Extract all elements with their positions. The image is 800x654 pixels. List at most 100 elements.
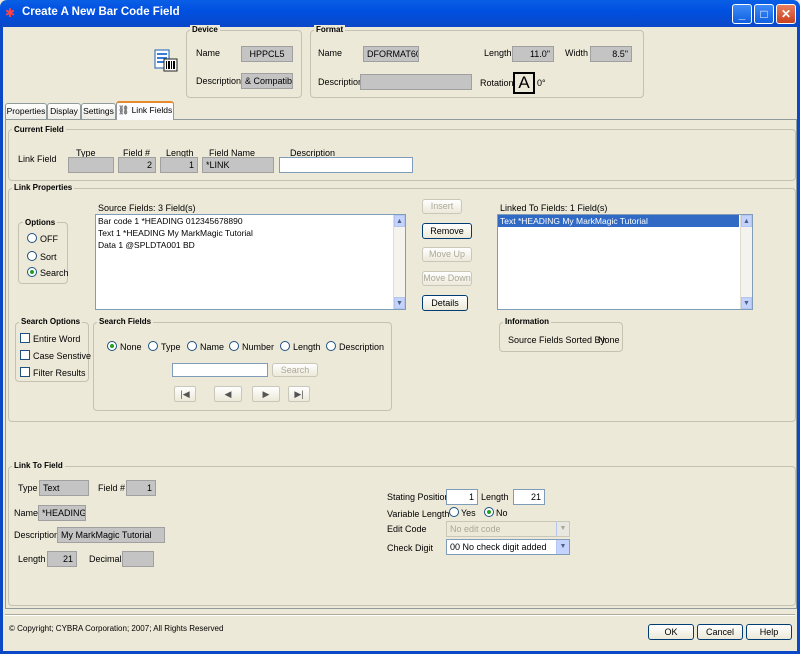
edit-code-label: Edit Code (387, 524, 427, 534)
starting-position-input[interactable]: 1 (446, 489, 478, 505)
tab-settings[interactable]: Settings (81, 103, 116, 119)
format-width-label: Width (565, 48, 589, 58)
last-icon[interactable]: ▶| (288, 386, 310, 402)
current-field-num-value: 2 (118, 157, 156, 173)
move-up-button[interactable]: Move Up (422, 247, 472, 262)
option-off-radio[interactable] (27, 233, 37, 243)
format-name-label: Name (318, 48, 343, 58)
search-description-label: Description (339, 342, 385, 352)
starting-position-label: Stating Position (387, 492, 450, 502)
search-fields-title: Search Fields (97, 317, 154, 326)
source-fields-list[interactable]: Bar code 1 *HEADING 012345678890 Text 1 … (95, 214, 406, 310)
linked-fields-list[interactable]: Text *HEADING My MarkMagic Tutorial ▲ ▼ (497, 214, 753, 310)
check-digit-dropdown[interactable]: 00 No check digit added ▼ (446, 539, 570, 555)
source-field-item[interactable]: Data 1 @SPLDTA001 BD (96, 239, 405, 251)
scroll-down-icon[interactable]: ▼ (394, 297, 405, 309)
format-description-value (360, 74, 472, 90)
device-name-value: HPPCL5 (241, 46, 293, 62)
entire-word-checkbox[interactable] (20, 333, 30, 343)
search-description-radio[interactable] (326, 341, 336, 351)
search-length-radio[interactable] (280, 341, 290, 351)
current-description-input[interactable] (279, 157, 413, 173)
window-border-left (0, 27, 3, 654)
format-length-value: 11.0" (512, 46, 554, 62)
source-field-item[interactable]: Bar code 1 *HEADING 012345678890 (96, 215, 405, 227)
linked-field-item[interactable]: Text *HEADING My MarkMagic Tutorial (498, 215, 739, 227)
options-title: Options (23, 218, 58, 227)
ltf-decimals-value (122, 551, 154, 567)
variable-yes-radio[interactable] (449, 507, 459, 517)
format-rotation-label: Rotation (480, 78, 514, 88)
search-name-radio[interactable] (187, 341, 197, 351)
scroll-up-icon[interactable]: ▲ (394, 215, 405, 227)
previous-icon[interactable]: ◀ (214, 386, 242, 402)
check-digit-value: 00 No check digit added (450, 542, 547, 552)
window-title: Create A New Bar Code Field (22, 6, 180, 18)
ltf-name-label: Name (14, 508, 39, 518)
ltf-length-value: 21 (47, 551, 77, 567)
tab-properties[interactable]: Properties (5, 103, 47, 119)
ltf-field-num-value: 1 (126, 480, 156, 496)
linked-list-scrollbar[interactable]: ▲ ▼ (740, 215, 752, 309)
ltf-field-num-label: Field # (98, 483, 126, 493)
remove-button[interactable]: Remove (422, 223, 472, 239)
information-text: Source Fields Sorted By: (508, 335, 608, 345)
device-description-label: Description (196, 76, 242, 86)
search-number-label: Number (242, 342, 275, 352)
close-icon[interactable]: ✕ (776, 4, 796, 24)
search-length-label: Length (293, 342, 321, 352)
search-button[interactable]: Search (272, 363, 318, 377)
search-none-label: None (120, 342, 142, 352)
insert-button[interactable]: Insert (422, 199, 462, 214)
rotation-glyph: A (513, 72, 535, 94)
ltf-description-value: My MarkMagic Tutorial (57, 527, 165, 543)
variable-length-label: Variable Length (387, 509, 450, 519)
check-digit-label: Check Digit (387, 543, 434, 553)
first-icon[interactable]: |◀ (174, 386, 196, 402)
search-number-radio[interactable] (229, 341, 239, 351)
current-type-value (68, 157, 114, 173)
case-sensitive-checkbox[interactable] (20, 350, 30, 360)
current-field-title: Current Field (12, 125, 66, 134)
format-description-label: Description (318, 77, 364, 87)
app-icon: ✱ (5, 6, 16, 20)
option-sort-radio[interactable] (27, 251, 37, 261)
ltf-type-label: Type (18, 483, 38, 493)
option-off-label: OFF (40, 234, 58, 244)
format-width-value: 8.5" (590, 46, 632, 62)
tab-link-fields[interactable]: ⛓ Link Fields (116, 101, 174, 120)
link-field-label: Link Field (18, 154, 57, 164)
format-rotation-value: 0° (537, 78, 546, 88)
device-description-value: & Compatible (241, 73, 293, 89)
ltf-type-value: Text (39, 480, 89, 496)
move-down-button[interactable]: Move Down (422, 271, 472, 286)
option-search-label: Search (40, 268, 69, 278)
chevron-down-icon: ▼ (556, 522, 569, 536)
scroll-up-icon[interactable]: ▲ (741, 215, 752, 227)
search-none-radio[interactable] (107, 341, 117, 351)
device-name-label: Name (196, 48, 221, 58)
source-list-scrollbar[interactable]: ▲ ▼ (393, 215, 405, 309)
format-length-label: Length (484, 48, 512, 58)
option-search-radio[interactable] (27, 267, 37, 277)
search-type-radio[interactable] (148, 341, 158, 351)
cancel-button[interactable]: Cancel (697, 624, 743, 640)
ltf-description-label: Description (14, 530, 60, 540)
variable-no-radio[interactable] (484, 507, 494, 517)
minimize-icon[interactable]: _ (732, 4, 752, 24)
title-bar: ✱ Create A New Bar Code Field _ □ ✕ (0, 0, 800, 27)
help-button[interactable]: Help (746, 624, 792, 640)
length2-input[interactable]: 21 (513, 489, 545, 505)
next-icon[interactable]: ▶ (252, 386, 280, 402)
ok-button[interactable]: OK (648, 624, 694, 640)
tab-display[interactable]: Display (47, 103, 81, 119)
current-length-value: 1 (160, 157, 198, 173)
details-button[interactable]: Details (422, 295, 468, 311)
source-field-item[interactable]: Text 1 *HEADING My MarkMagic Tutorial (96, 227, 405, 239)
ltf-decimals-label: Decimals (89, 554, 127, 564)
scroll-down-icon[interactable]: ▼ (741, 297, 752, 309)
filter-results-checkbox[interactable] (20, 367, 30, 377)
maximize-icon[interactable]: □ (754, 4, 774, 24)
edit-code-dropdown[interactable]: No edit code ▼ (446, 521, 570, 537)
search-input[interactable] (172, 363, 268, 377)
